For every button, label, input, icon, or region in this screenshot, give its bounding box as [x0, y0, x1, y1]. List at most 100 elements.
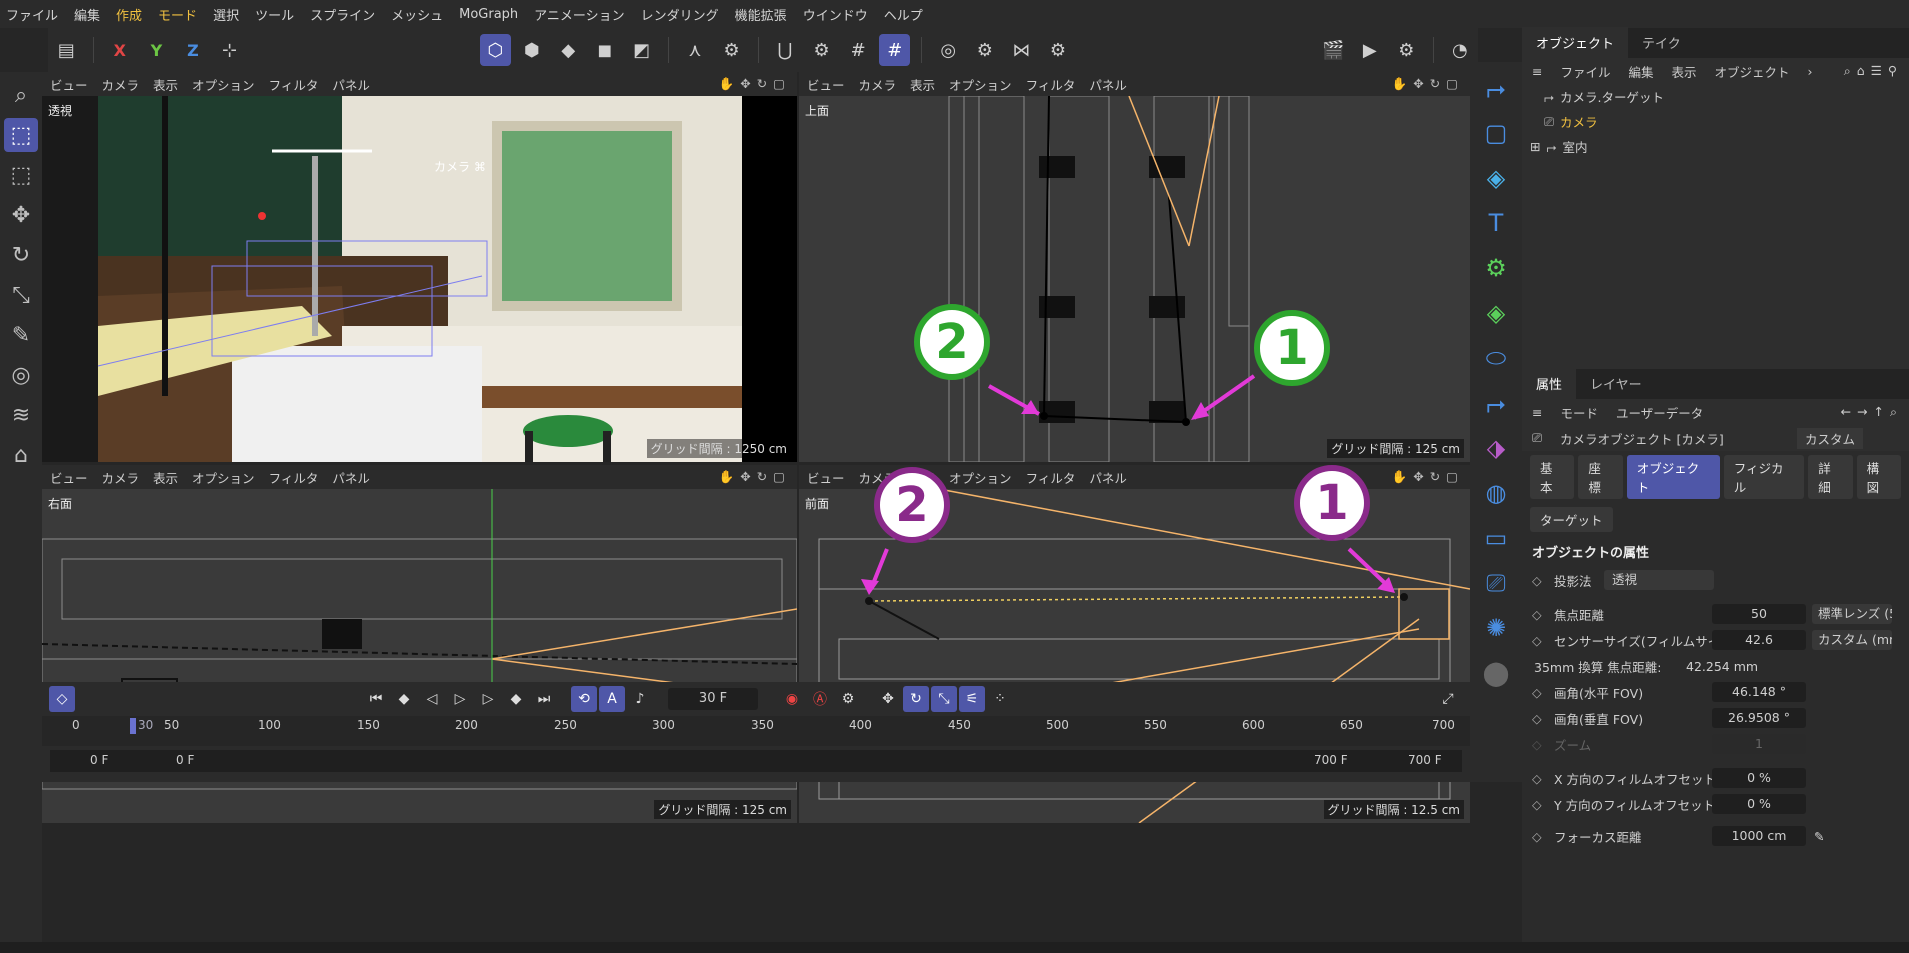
tag-icon[interactable]: ⬤ — [1477, 654, 1515, 692]
workplane-icon[interactable]: # — [879, 34, 911, 66]
keyframe-icon[interactable]: ◇ — [1532, 711, 1542, 726]
subtab-composition[interactable]: 構図 — [1856, 455, 1901, 499]
nav-arrows-icon[interactable]: ←→↑⌕ — [1841, 404, 1903, 420]
record-icon[interactable]: ◉ — [779, 686, 805, 712]
spline-icon[interactable]: ▢ — [1477, 114, 1515, 152]
cloner-icon[interactable]: ⮣ — [1477, 384, 1515, 422]
param-preset[interactable]: 標準レンズ (5 — [1812, 604, 1892, 624]
vp-menu-view[interactable]: ビュー — [807, 75, 845, 94]
viewport-nav-icons[interactable]: ✋✥↻▢ — [1392, 469, 1464, 485]
menu-mesh[interactable]: メッシュ — [391, 5, 443, 24]
vp-menu-filter[interactable]: フィルタ — [1026, 468, 1076, 487]
vp-menu-display[interactable]: 表示 — [153, 468, 178, 487]
render-settings-icon[interactable]: ⚙ — [1391, 34, 1422, 66]
vp-menu-panel[interactable]: パネル — [1089, 468, 1127, 487]
keyframe-icon[interactable]: ◇ — [1532, 797, 1542, 812]
light-icon[interactable]: ✺ — [1477, 609, 1515, 647]
keyframe-icon[interactable]: ◇ — [1532, 607, 1542, 622]
param-value[interactable]: 46.148 ° — [1712, 682, 1806, 702]
sculpt-icon[interactable]: ◎ — [4, 358, 38, 392]
loop-icon[interactable]: ⟲ — [571, 686, 597, 712]
menu-tools[interactable]: ツール — [255, 5, 294, 24]
pen-tool-icon[interactable]: ✎ — [4, 318, 38, 352]
om-menu-edit[interactable]: 編集 — [1629, 62, 1654, 81]
menu-file[interactable]: ファイル — [6, 5, 58, 24]
param-value[interactable]: 50 — [1712, 604, 1806, 624]
vp-menu-camera[interactable]: カメラ — [102, 468, 140, 487]
key-rotation-icon[interactable]: ↻ — [903, 686, 929, 712]
brush-icon[interactable]: ≋ — [4, 398, 38, 432]
viewport-nav-icons[interactable]: ✋✥↻▢ — [719, 76, 791, 92]
expand-timeline-icon[interactable]: ⤢ — [1435, 686, 1461, 712]
range-bar[interactable] — [50, 750, 1462, 772]
model-mode-icon[interactable]: ⬡ — [479, 34, 511, 66]
menu-spline[interactable]: スプライン — [310, 5, 375, 24]
chevron-right-icon[interactable]: › — [1808, 64, 1813, 79]
param-value[interactable]: 0 % — [1712, 768, 1806, 788]
snap-settings-icon[interactable]: ⚙ — [806, 34, 837, 66]
subtab-details[interactable]: 詳細 — [1808, 455, 1853, 499]
grid-icon[interactable]: # — [843, 34, 874, 66]
keyframe-icon[interactable]: ◇ — [1532, 685, 1542, 700]
subtab-target[interactable]: ターゲット — [1530, 507, 1613, 532]
subtab-object[interactable]: オブジェクト — [1626, 455, 1720, 499]
vp-menu-panel[interactable]: パネル — [1089, 75, 1127, 94]
axis-mode-icon[interactable]: ⋏ — [680, 34, 711, 66]
y-axis-lock[interactable]: Y — [141, 34, 172, 66]
key-position-icon[interactable]: ✥ — [875, 686, 901, 712]
vp-menu-filter[interactable]: フィルタ — [269, 468, 319, 487]
menu-animation[interactable]: アニメーション — [534, 5, 624, 24]
tab-attributes[interactable]: 属性 — [1522, 368, 1577, 399]
menu-select[interactable]: 選択 — [213, 5, 239, 24]
vp-menu-filter[interactable]: フィルタ — [269, 75, 319, 94]
om-menu-view[interactable]: 表示 — [1672, 62, 1697, 81]
key-pla-icon[interactable]: ⁘ — [987, 686, 1013, 712]
menu-render[interactable]: レンダリング — [641, 5, 719, 24]
expand-icon[interactable]: ⊞ — [1530, 139, 1540, 154]
vp-menu-display[interactable]: 表示 — [153, 75, 178, 94]
keyframe-icon[interactable]: ◇ — [1532, 573, 1542, 588]
keyframe-diamond-icon[interactable]: ◇ — [49, 686, 75, 712]
viewport-nav-icons[interactable]: ✋✥↻▢ — [1392, 76, 1464, 92]
viewport-top[interactable]: ビュー カメラ 表示 オプション フィルタ パネル ✋✥↻▢ 上面 2 1 グリ… — [799, 72, 1470, 462]
go-end-icon[interactable]: ⏭ — [531, 686, 557, 712]
camera-create-icon[interactable]: ▭ — [1477, 519, 1515, 557]
viewport-camera-label[interactable]: カメラ ⌘ — [434, 158, 486, 175]
menu-window[interactable]: ウインドウ — [803, 5, 868, 24]
vp-menu-view[interactable]: ビュー — [50, 75, 88, 94]
vp-menu-camera[interactable]: カメラ — [102, 75, 140, 94]
viewport-perspective[interactable]: ビュー カメラ 表示 オプション フィルタ パネル ✋✥↻▢ 透視 カメラ ⌘ … — [42, 72, 797, 462]
coordinate-system-icon[interactable]: ⊹ — [214, 34, 245, 66]
start-field[interactable]: 0 F — [90, 753, 108, 767]
next-key-icon[interactable]: ◆ — [503, 686, 529, 712]
list-item[interactable]: ⊞ ⮣ 室内 — [1522, 134, 1909, 159]
field-icon[interactable]: ⬭ — [1477, 339, 1515, 377]
next-frame-icon[interactable]: ▷ — [475, 686, 501, 712]
viewport-nav-icons[interactable]: ✋✥↻▢ — [719, 469, 791, 485]
hamburger-icon[interactable]: ≡ — [1532, 405, 1542, 420]
menu-mograph[interactable]: MoGraph — [459, 7, 518, 22]
end-field[interactable]: 700 F — [1408, 753, 1442, 767]
vp-menu-display[interactable]: 表示 — [910, 75, 935, 94]
vp-menu-options[interactable]: オプション — [192, 468, 255, 487]
menu-create[interactable]: 作成 — [116, 5, 142, 24]
deformer-cube-icon[interactable]: ◈ — [1477, 294, 1515, 332]
axis-settings-icon[interactable]: ⚙ — [716, 34, 747, 66]
move-tool-icon[interactable]: ✥ — [4, 198, 38, 232]
list-item[interactable]: ⮣ カメラ.ターゲット — [1522, 84, 1909, 109]
om-menu-object[interactable]: オブジェクト — [1715, 62, 1790, 81]
param-value[interactable]: 1000 cm — [1712, 826, 1806, 846]
go-start-icon[interactable]: ⏮ — [363, 686, 389, 712]
lock-icon[interactable]: ⌂ — [4, 438, 38, 472]
generator-icon[interactable]: ⚙ — [1477, 249, 1515, 287]
symmetry-settings-icon[interactable]: ⚙ — [1043, 34, 1074, 66]
cube-icon[interactable]: ◈ — [1477, 159, 1515, 197]
eyedropper-icon[interactable]: ✎ — [1814, 829, 1824, 844]
polygons-mode-icon[interactable]: ◼ — [590, 34, 621, 66]
z-axis-lock[interactable]: Z — [178, 34, 209, 66]
keyframe-icon[interactable]: ◇ — [1532, 633, 1542, 648]
selection-tool-icon[interactable]: ⬚ — [4, 118, 38, 152]
key-scale-icon[interactable]: ⤡ — [931, 686, 957, 712]
hamburger-icon[interactable]: ≡ — [1532, 64, 1542, 79]
search-icon[interactable]: ⌕ — [4, 78, 38, 112]
